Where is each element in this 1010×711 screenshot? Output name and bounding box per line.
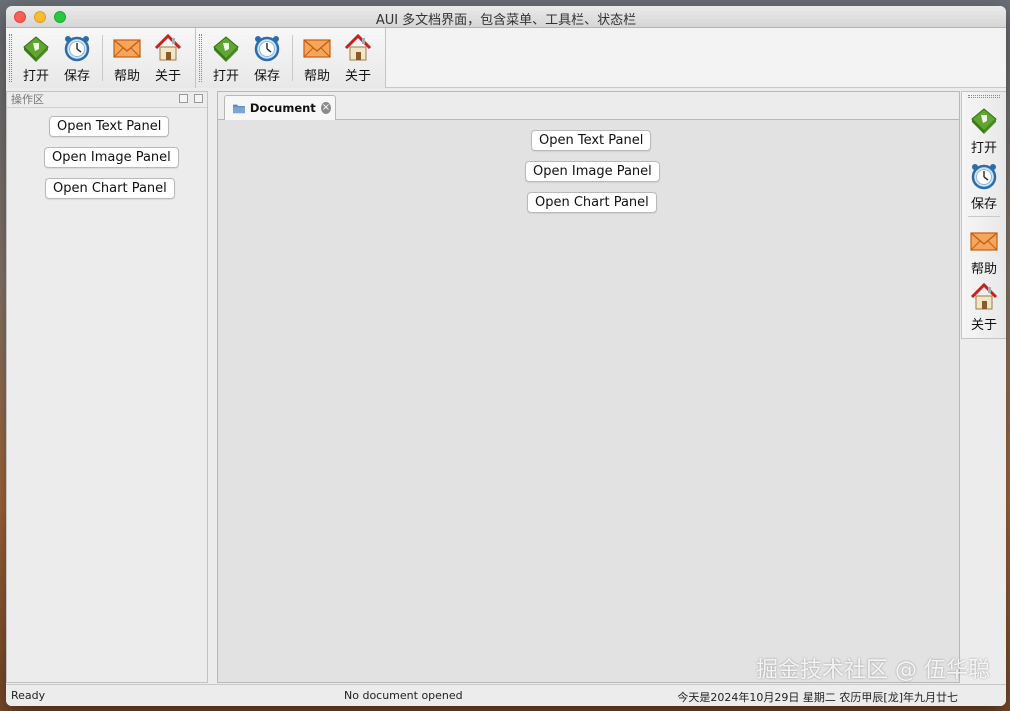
help-label: 帮助 [970,261,997,277]
tab-close-icon[interactable]: × [320,102,331,114]
help-button[interactable]: 帮助 [962,225,1006,277]
about-label: 关于 [154,68,181,84]
status-date: 今天是2024年10月29日 星期二 农历甲辰[龙]年九月廿七 [677,691,958,704]
open-image-panel-button[interactable]: Open Image Panel [44,147,179,168]
home-icon [344,33,372,60]
open-chart-panel-button[interactable]: Open Chart Panel [45,178,175,199]
status-bar: Ready No document opened 今天是2024年10月29日 … [6,684,1006,706]
open-button[interactable]: 打开 [16,30,56,86]
open-book-icon [213,35,239,62]
open-book-icon [971,107,997,134]
about-label: 关于 [970,317,997,333]
envelope-icon [113,38,141,58]
dock-title: 操作区 [11,93,44,106]
dock-controls [179,94,203,103]
alarm-clock-icon [971,163,997,189]
toolbar-grip[interactable] [968,95,1000,98]
help-label: 帮助 [113,68,140,84]
operation-dock-panel: 操作区 Open Text Panel Open Image Panel Ope… [6,91,208,683]
help-label: 帮助 [303,68,330,84]
open-book-icon [23,35,49,62]
open-text-panel-button[interactable]: Open Text Panel [531,130,652,151]
open-label: 打开 [970,140,997,156]
toolbar-grip[interactable] [9,34,12,82]
save-button[interactable]: 保存 [247,30,287,86]
save-button[interactable]: 保存 [962,160,1006,212]
envelope-icon [970,231,998,251]
title-bar: AUI 多文档界面，包含菜单、工具栏、状态栏 [6,6,1006,28]
help-button[interactable]: 帮助 [107,30,147,86]
open-chart-panel-button[interactable]: Open Chart Panel [527,192,657,213]
toolbar-grip[interactable] [199,34,202,82]
dock-minimize-button[interactable] [179,94,188,103]
about-label: 关于 [344,68,371,84]
document-tab-bar: Document × [218,92,959,120]
toolbar-area: 打开 保存 帮助 关于 打开 保存 帮助 关于 [6,28,1006,88]
document-content: Open Text Panel Open Image Panel Open Ch… [218,122,959,682]
about-button[interactable]: 关于 [962,281,1006,333]
window-title: AUI 多文档界面，包含菜单、工具栏、状态栏 [375,13,637,28]
tab-document-label: Document [249,101,316,115]
folder-icon [233,104,245,113]
open-text-panel-button[interactable]: Open Text Panel [49,116,170,137]
toolbar-separator [968,216,1000,217]
dock-float-button[interactable] [194,94,203,103]
save-label: 保存 [253,68,280,84]
envelope-icon [303,38,331,58]
dock-title-bar: 操作区 [7,92,207,108]
about-button[interactable]: 关于 [148,30,188,86]
save-label: 保存 [970,196,997,212]
dock-content: Open Text Panel Open Image Panel Open Ch… [7,108,207,683]
home-icon [154,33,182,60]
help-button[interactable]: 帮助 [297,30,337,86]
status-document: No document opened [344,689,463,702]
open-label: 打开 [212,68,239,84]
save-label: 保存 [63,68,90,84]
open-image-panel-button[interactable]: Open Image Panel [525,161,660,182]
watermark: 掘金技术社区 @ 伍华聪 [756,658,990,683]
app-window: AUI 多文档界面，包含菜单、工具栏、状态栏 打开 保存 帮助 关于 打开 保存… [6,6,1006,706]
home-icon [970,282,998,309]
alarm-clock-icon [254,35,280,61]
alarm-clock-icon [64,35,90,61]
main-toolbar-1: 打开 保存 帮助 关于 [6,28,196,88]
tab-document[interactable]: Document × [224,95,336,120]
toolbar-separator [102,35,103,81]
vertical-toolbar: 打开 保存 帮助 关于 [961,91,1006,339]
open-label: 打开 [22,68,49,84]
open-button[interactable]: 打开 [962,104,1006,156]
save-button[interactable]: 保存 [57,30,97,86]
open-button[interactable]: 打开 [206,30,246,86]
status-ready: Ready [11,689,46,702]
about-button[interactable]: 关于 [338,30,378,86]
main-toolbar-2: 打开 保存 帮助 关于 [196,28,386,88]
document-area: Document × Open Text Panel Open Image Pa… [217,91,960,683]
toolbar-separator [292,35,293,81]
